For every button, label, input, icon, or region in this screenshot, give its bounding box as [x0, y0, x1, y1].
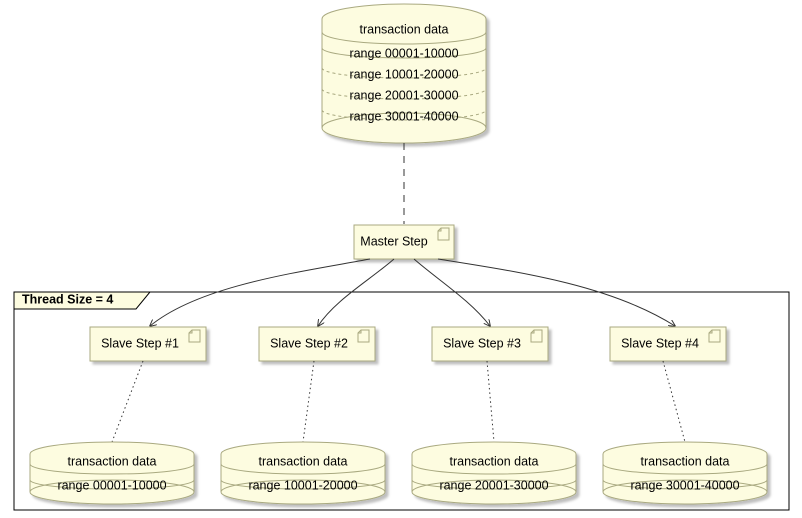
slave-db-1-range: range 00001-10000	[57, 478, 166, 492]
slave-db-2-range: range 10001-20000	[248, 478, 357, 492]
document-icon	[438, 228, 449, 240]
slave-db-2: transaction data range 10001-20000	[221, 442, 385, 504]
slave-db-3: transaction data range 20001-30000	[412, 442, 576, 504]
top-db-row-1: range 10001-20000	[349, 67, 458, 81]
slave-2-label: Slave Step #2	[270, 336, 348, 350]
master-step-card: Master Step	[354, 225, 454, 259]
top-db-row-2: range 20001-30000	[349, 88, 458, 102]
master-step-label: Master Step	[360, 234, 427, 248]
slave-db-3-range: range 20001-30000	[439, 478, 548, 492]
link-slave2-db	[303, 361, 314, 442]
slave-step-4-card: Slave Step #4	[610, 327, 726, 361]
link-slave3-db	[487, 361, 494, 442]
slave-db-1-title: transaction data	[68, 454, 157, 468]
document-icon	[709, 330, 720, 342]
frame-title: Thread Size = 4	[22, 292, 113, 306]
top-db-row-0: range 00001-10000	[349, 46, 458, 60]
slave-1-label: Slave Step #1	[101, 336, 179, 350]
slave-db-4: transaction data range 30001-40000	[603, 442, 767, 504]
link-slave1-db	[112, 361, 143, 442]
document-icon	[189, 330, 200, 342]
top-database: transaction data range 00001-10000 range…	[322, 4, 486, 143]
top-db-title: transaction data	[360, 22, 449, 36]
slave-db-3-title: transaction data	[450, 454, 539, 468]
slave-step-3-card: Slave Step #3	[432, 327, 548, 361]
slave-db-1: transaction data range 00001-10000	[30, 442, 194, 504]
document-icon	[358, 330, 369, 342]
slave-db-2-title: transaction data	[259, 454, 348, 468]
slave-3-label: Slave Step #3	[443, 336, 521, 350]
slave-4-label: Slave Step #4	[621, 336, 699, 350]
top-db-row-3: range 30001-40000	[349, 109, 458, 123]
document-icon	[531, 330, 542, 342]
slave-step-2-card: Slave Step #2	[259, 327, 375, 361]
slave-db-4-title: transaction data	[641, 454, 730, 468]
slave-step-1-card: Slave Step #1	[90, 327, 206, 361]
slave-db-4-range: range 30001-40000	[630, 478, 739, 492]
link-slave4-db	[663, 361, 685, 442]
